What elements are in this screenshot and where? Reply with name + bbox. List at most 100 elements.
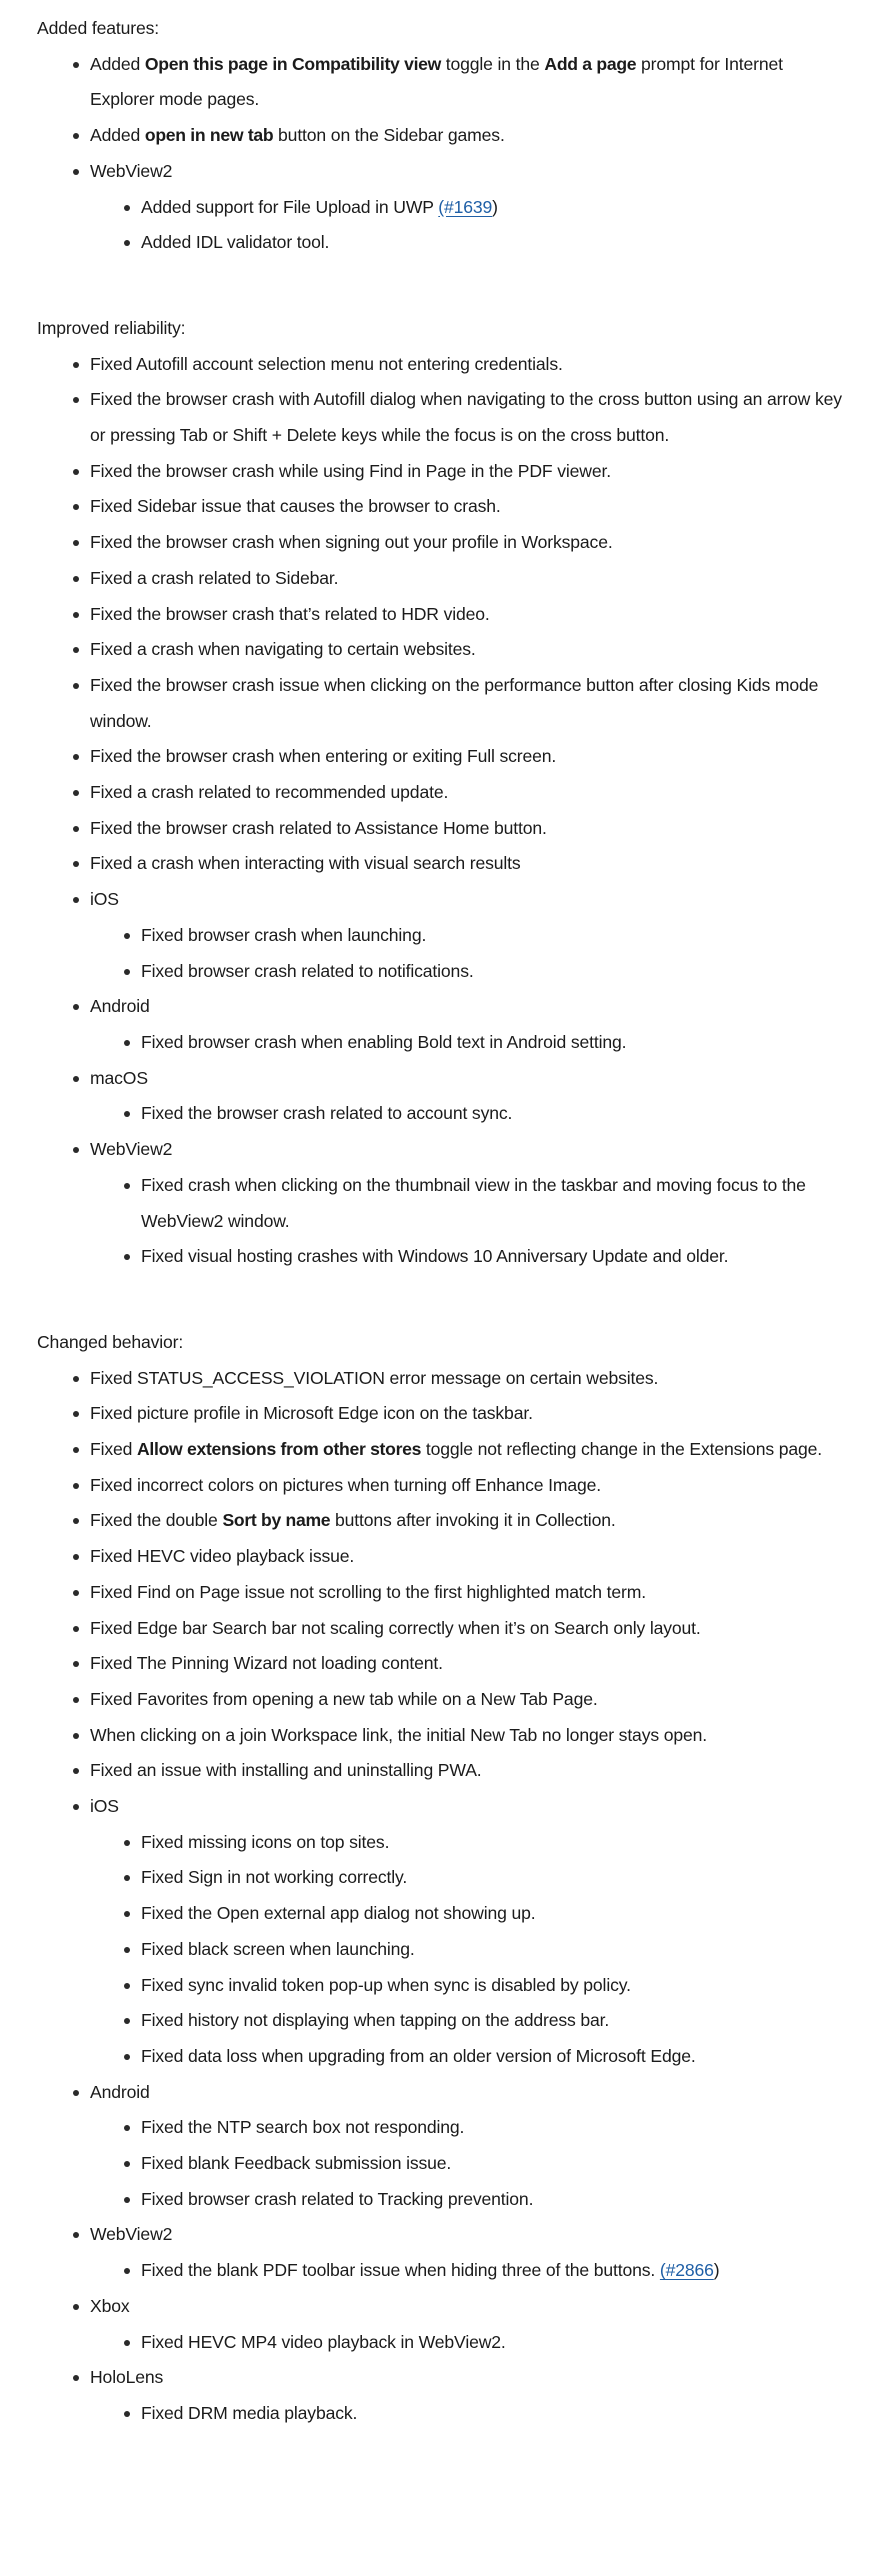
sub-list: Fixed the NTP search box not responding.…: [90, 2110, 850, 2217]
list-item-text: Fixed picture profile in Microsoft Edge …: [90, 1396, 850, 1432]
text-run: Fixed a crash related to Sidebar.: [90, 567, 339, 588]
text-run: Fixed a crash related to recommended upd…: [90, 782, 449, 803]
list-item-text: Fixed a crash related to recommended upd…: [90, 775, 850, 811]
list-item-text: Added open in new tab button on the Side…: [90, 118, 850, 154]
text-run: Fixed Edge bar Search bar not scaling co…: [90, 1617, 701, 1638]
list-item-text: Fixed Favorites from opening a new tab w…: [90, 1682, 850, 1718]
list-item: Fixed Edge bar Search bar not scaling co…: [73, 1611, 850, 1647]
list-item-text: Fixed the browser crash related to Assis…: [90, 811, 850, 847]
text-run: Fixed incorrect colors on pictures when …: [90, 1474, 602, 1495]
text-run: Fixed the browser crash issue when click…: [90, 674, 819, 731]
list-item: Fixed the browser crash that’s related t…: [73, 597, 850, 633]
list-item-text: Fixed the blank PDF toolbar issue when h…: [141, 2253, 850, 2289]
list-item: Fixed the browser crash related to Assis…: [73, 811, 850, 847]
text-run: Fixed Sign in not working correctly.: [141, 1867, 408, 1888]
list-item: Fixed an issue with installing and unins…: [73, 1753, 850, 1789]
sub-list-item: Fixed HEVC MP4 video playback in WebView…: [124, 2325, 850, 2361]
list-item-text: WebView2: [90, 154, 850, 190]
list-item: Fixed the browser crash issue when click…: [73, 668, 850, 739]
text-run: Fixed browser crash when enabling Bold t…: [141, 1031, 627, 1052]
sub-list: Fixed crash when clicking on the thumbna…: [90, 1168, 850, 1275]
text-run: Fixed history not displaying when tappin…: [141, 2010, 610, 2031]
section-added-features: Added features: Added Open this page in C…: [37, 11, 850, 261]
text-run: ): [713, 2260, 720, 2281]
text-run: Fixed browser crash when launching.: [141, 924, 427, 945]
text-run: macOS: [90, 1067, 148, 1088]
list-item-text: Fixed sync invalid token pop-up when syn…: [141, 1968, 850, 2004]
list-item-text: Fixed the browser crash related to accou…: [141, 1096, 850, 1132]
list-item-text: Fixed Find on Page issue not scrolling t…: [90, 1575, 850, 1611]
list-item-text: Added IDL validator tool.: [141, 225, 850, 261]
list-item: macOS Fixed the browser crash related to …: [73, 1061, 850, 1132]
list-item-text: WebView2: [90, 2217, 850, 2253]
text-run: Fixed The Pinning Wizard not loading con…: [90, 1653, 443, 1674]
list-item: Fixed a crash when navigating to certain…: [73, 632, 850, 668]
text-run: Fixed an issue with installing and unins…: [90, 1760, 482, 1781]
list-item-text: macOS: [90, 1061, 850, 1097]
text-run: Fixed the browser crash while using Find…: [90, 460, 611, 481]
list-item-text: Fixed visual hosting crashes with Window…: [141, 1239, 850, 1275]
list-item-text: Fixed data loss when upgrading from an o…: [141, 2039, 850, 2075]
issue-link[interactable]: (#1639: [438, 197, 492, 217]
section-heading: Added features:: [37, 18, 159, 38]
list-item: Fixed Allow extensions from other stores…: [73, 1432, 850, 1468]
list-item-text: Fixed browser crash when enabling Bold t…: [141, 1025, 850, 1061]
issue-link[interactable]: (#2866: [660, 2260, 714, 2280]
list-item: Fixed the double Sort by name buttons af…: [73, 1503, 850, 1539]
list-item-text: Fixed incorrect colors on pictures when …: [90, 1468, 850, 1504]
list-item: Fixed STATUS_ACCESS_VIOLATION error mess…: [73, 1361, 850, 1397]
list-item-text: When clicking on a join Workspace link, …: [90, 1718, 850, 1754]
list-item-text: Added support for File Upload in UWP (#1…: [141, 190, 850, 226]
text-run: Fixed picture profile in Microsoft Edge …: [90, 1403, 533, 1424]
list-item-text: Fixed a crash when navigating to certain…: [90, 632, 850, 668]
list-item-text: Fixed HEVC video playback issue.: [90, 1539, 850, 1575]
list-item: Fixed Autofill account selection menu no…: [73, 347, 850, 383]
list-item: WebView2 Fixed the blank PDF toolbar issu…: [73, 2217, 850, 2289]
list-item-text: Fixed HEVC MP4 video playback in WebView…: [141, 2325, 850, 2361]
list-item-text: Fixed The Pinning Wizard not loading con…: [90, 1646, 850, 1682]
text-run: Fixed the Open external app dialog not s…: [141, 1903, 536, 1924]
sub-list: Fixed browser crash when enabling Bold t…: [90, 1025, 850, 1061]
sub-list-item: Fixed browser crash related to Tracking …: [124, 2182, 850, 2218]
text-run: Fixed the browser crash related to accou…: [141, 1103, 513, 1124]
text-run: Fixed the browser crash that’s related t…: [90, 603, 490, 624]
list-item-text: Fixed Allow extensions from other stores…: [90, 1432, 850, 1468]
text-run: WebView2: [90, 1139, 173, 1160]
bold-term: Allow extensions from other stores: [137, 1439, 422, 1460]
list-item: Android Fixed browser crash when enabling…: [73, 989, 850, 1061]
sub-list-item: Fixed blank Feedback submission issue.: [124, 2146, 850, 2182]
sub-list-item: Fixed sync invalid token pop-up when syn…: [124, 1968, 850, 2004]
text-run: Fixed the browser crash when signing out…: [90, 532, 613, 553]
list-item-text: Fixed Autofill account selection menu no…: [90, 347, 850, 383]
list-item: Fixed Favorites from opening a new tab w…: [73, 1682, 850, 1718]
text-run: Fixed the browser crash when entering or…: [90, 746, 557, 767]
text-run: WebView2: [90, 160, 173, 181]
sub-list: Fixed missing icons on top sites. Fixed S…: [90, 1825, 850, 2075]
sub-list: Fixed the blank PDF toolbar issue when h…: [90, 2253, 850, 2289]
sub-list-item: Fixed data loss when upgrading from an o…: [124, 2039, 850, 2075]
bullet-list: Added Open this page in Compatibility vi…: [37, 47, 850, 261]
sub-list: Fixed the browser crash related to accou…: [90, 1096, 850, 1132]
sub-list-item: Fixed the browser crash related to accou…: [124, 1096, 850, 1132]
list-item-text: Fixed STATUS_ACCESS_VIOLATION error mess…: [90, 1361, 850, 1397]
text-run: Fixed HEVC MP4 video playback in WebView…: [141, 2331, 506, 2352]
text-run: Added IDL validator tool.: [141, 232, 330, 253]
text-run: Added: [90, 53, 145, 74]
sub-list-item: Fixed crash when clicking on the thumbna…: [124, 1168, 850, 1239]
list-item-text: iOS: [90, 1789, 850, 1825]
list-item-text: Fixed the double Sort by name buttons af…: [90, 1503, 850, 1539]
text-run: Fixed data loss when upgrading from an o…: [141, 2045, 696, 2066]
list-item-text: Fixed browser crash related to notificat…: [141, 954, 850, 990]
text-run: button on the Sidebar games.: [273, 125, 505, 146]
sub-list-item: Fixed browser crash when enabling Bold t…: [124, 1025, 850, 1061]
text-run: Fixed a crash when interacting with visu…: [90, 853, 521, 874]
list-item-text: Fixed missing icons on top sites.: [141, 1825, 850, 1861]
list-item-text: Fixed the browser crash with Autofill di…: [90, 382, 850, 453]
section-changed-behavior: Changed behavior: Fixed STATUS_ACCESS_VIO…: [37, 1325, 850, 2432]
list-item-text: Fixed Sign in not working correctly.: [141, 1860, 850, 1896]
text-run: Fixed HEVC video playback issue.: [90, 1546, 355, 1567]
text-run: Fixed: [90, 1439, 138, 1460]
list-item-text: Fixed an issue with installing and unins…: [90, 1753, 850, 1789]
text-run: Fixed a crash when navigating to certain…: [90, 639, 476, 660]
list-item: Fixed the browser crash when entering or…: [73, 739, 850, 775]
